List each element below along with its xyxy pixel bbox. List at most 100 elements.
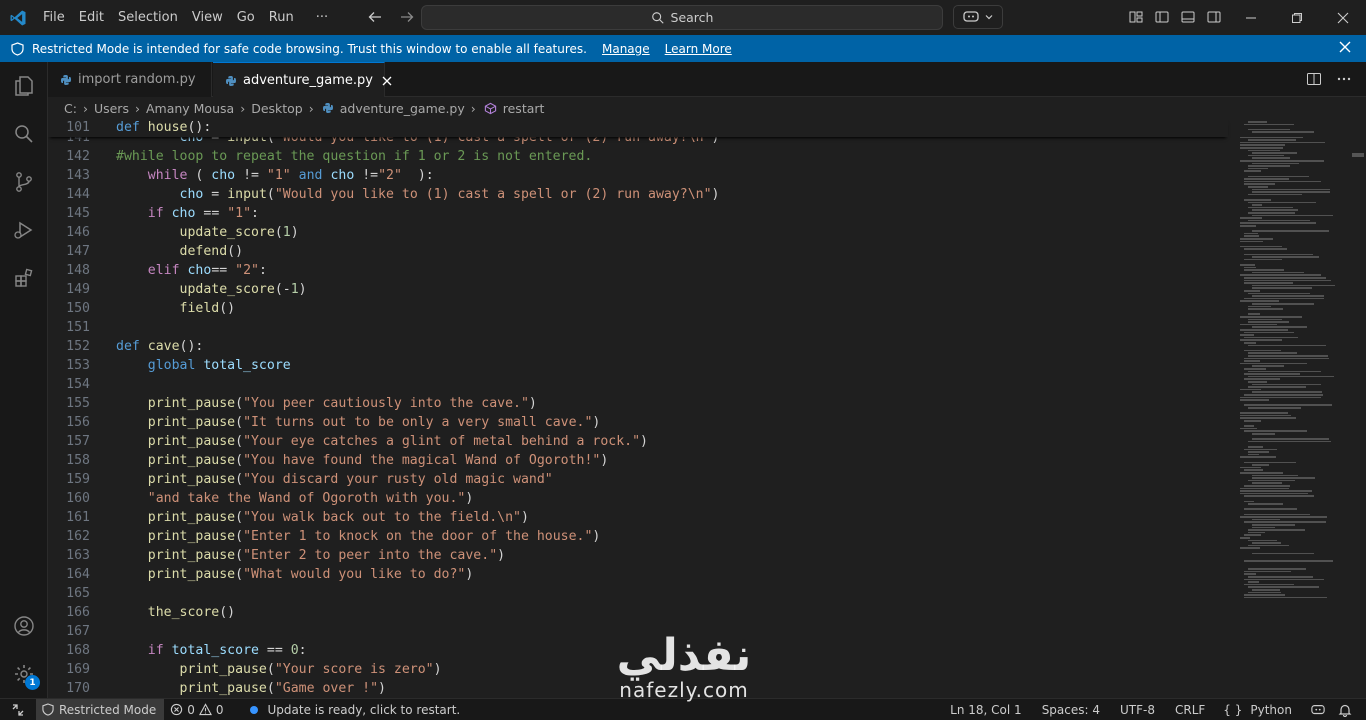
command-center-search[interactable]: Search	[421, 5, 943, 30]
restricted-mode-status[interactable]: Restricted Mode	[36, 698, 165, 720]
cursor-position[interactable]: Ln 18, Col 1	[944, 699, 1036, 720]
code-line[interactable]: 164 print_pause("What would you like to …	[48, 565, 1228, 584]
line-source: print_pause("You peer cautiously into th…	[147, 396, 537, 411]
go-back-icon[interactable]	[362, 5, 388, 29]
language-mode-status[interactable]: { } Python	[1217, 699, 1304, 720]
notifications-bell-icon[interactable]	[1332, 699, 1358, 720]
more-actions-icon[interactable]	[1336, 71, 1352, 91]
sticky-scroll-line[interactable]: 101 def house():	[48, 119, 1228, 137]
code-line[interactable]: 147 defend()	[48, 242, 1228, 261]
minimap-line	[1252, 438, 1329, 440]
breadcrumb-symbol[interactable]: restart	[503, 101, 545, 116]
code-line[interactable]: 161 print_pause("You walk back out to th…	[48, 508, 1228, 527]
minimap-line	[1248, 128, 1290, 131]
scrollbar-thumb[interactable]	[1352, 153, 1364, 157]
manage-gear-icon[interactable]: 1	[0, 650, 48, 698]
code-line[interactable]: 163 print_pause("Enter 2 to peer into th…	[48, 546, 1228, 565]
code-line[interactable]: 159 print_pause("You discard your rusty …	[48, 470, 1228, 489]
update-status[interactable]: Update is ready, click to restart.	[244, 699, 467, 720]
minimap-line	[1244, 357, 1329, 360]
menu-edit[interactable]: Edit	[72, 6, 111, 30]
minimap-line	[1240, 466, 1261, 469]
problems-status[interactable]: 0 0	[164, 699, 229, 720]
menu-more[interactable]: ···	[309, 6, 335, 30]
code-line[interactable]: 165	[48, 584, 1228, 603]
minimap-line	[1248, 591, 1281, 594]
learn-more-link[interactable]: Learn More	[665, 42, 732, 56]
line-source: print_pause("You discard your rusty old …	[147, 472, 553, 487]
copilot-status-icon[interactable]	[1304, 699, 1332, 720]
menu-go[interactable]: Go	[230, 6, 262, 30]
close-window-icon[interactable]	[1320, 0, 1366, 35]
code-line[interactable]: 148 elif cho== "2":	[48, 261, 1228, 280]
line-source: print_pause("Enter 1 to knock on the doo…	[147, 529, 601, 544]
accounts-icon[interactable]	[0, 602, 48, 650]
toggle-secondary-sidebar-icon[interactable]	[1203, 6, 1225, 28]
customize-layout-icon[interactable]	[1125, 6, 1147, 28]
extensions-icon[interactable]	[0, 254, 48, 302]
minimap-line	[1252, 209, 1298, 211]
minimap-line	[1240, 274, 1321, 276]
menu-selection[interactable]: Selection	[111, 6, 185, 30]
close-banner-icon[interactable]	[1338, 40, 1352, 57]
breadcrumb-file[interactable]: adventure_game.py	[340, 101, 465, 116]
minimap-line	[1252, 295, 1324, 297]
code-line[interactable]: 160 "and take the Wand of Ogoroth with y…	[48, 489, 1228, 508]
minimap-line	[1248, 544, 1289, 547]
minimap-line	[1248, 352, 1297, 354]
minimap-line	[1252, 214, 1333, 217]
breadcrumb-users[interactable]: Users	[94, 101, 129, 116]
line-ending-status[interactable]: CRLF	[1169, 699, 1217, 720]
code-line[interactable]: 145 if cho == "1":	[48, 204, 1228, 223]
minimap-line	[1244, 199, 1271, 201]
toggle-panel-icon[interactable]	[1177, 6, 1199, 28]
code-line[interactable]: 154	[48, 375, 1228, 394]
code-line[interactable]: 142 #while loop to repeat the question if…	[48, 147, 1228, 166]
manage-link[interactable]: Manage	[602, 42, 650, 56]
close-tab-icon[interactable]	[381, 75, 393, 87]
search-view-icon[interactable]	[0, 110, 48, 158]
code-line[interactable]: 143 while ( cho != "1" and cho !="2" ):	[48, 166, 1228, 185]
encoding-status[interactable]: UTF-8	[1114, 699, 1169, 720]
code-line[interactable]: 153 global total_score	[48, 356, 1228, 375]
source-control-icon[interactable]	[0, 158, 48, 206]
restore-icon[interactable]	[1274, 0, 1320, 35]
vscode-logo-icon	[0, 0, 36, 35]
code-line[interactable]: 155 print_pause("You peer cautiously int…	[48, 394, 1228, 413]
breadcrumb-desktop[interactable]: Desktop	[251, 101, 303, 116]
code-line[interactable]: 146 update_score(1)	[48, 223, 1228, 242]
explorer-icon[interactable]	[0, 62, 48, 110]
minimap-line	[1252, 391, 1322, 393]
menu-run[interactable]: Run	[262, 6, 301, 30]
indentation-status[interactable]: Spaces: 4	[1036, 699, 1114, 720]
copilot-button[interactable]	[953, 5, 1003, 29]
minimize-icon[interactable]	[1228, 0, 1274, 35]
menu-file[interactable]: File	[36, 6, 72, 30]
code-line[interactable]: 166 the_score()	[48, 603, 1228, 622]
code-line[interactable]: 144 cho = input("Would you like to (1) c…	[48, 185, 1228, 204]
line-number: 146	[66, 225, 90, 240]
line-source: update_score(1)	[179, 225, 299, 240]
code-line[interactable]: 149 update_score(-1)	[48, 280, 1228, 299]
code-line[interactable]: 152 def cave():	[48, 337, 1228, 356]
code-line[interactable]: 151	[48, 318, 1228, 337]
code-line[interactable]: 156 print_pause("It turns out to be only…	[48, 413, 1228, 432]
go-forward-icon[interactable]	[394, 5, 420, 29]
breadcrumb-user[interactable]: Amany Mousa	[146, 101, 234, 116]
tab-import-random[interactable]: import random.py	[48, 62, 212, 97]
code-line[interactable]: 158 print_pause("You have found the magi…	[48, 451, 1228, 470]
breadcrumb-drive[interactable]: C:	[64, 101, 77, 116]
split-editor-icon[interactable]	[1306, 71, 1322, 91]
remote-indicator-icon[interactable]	[0, 699, 36, 720]
line-number: 157	[66, 434, 90, 449]
toggle-primary-sidebar-icon[interactable]	[1151, 6, 1173, 28]
run-debug-icon[interactable]	[0, 206, 48, 254]
code-editor[interactable]: 141 cho = input("Would you like to (1) c…	[48, 119, 1366, 698]
menu-view[interactable]: View	[185, 6, 230, 30]
code-line[interactable]: 150 field()	[48, 299, 1228, 318]
code-line[interactable]: 157 print_pause("Your eye catches a glin…	[48, 432, 1228, 451]
minimap[interactable]	[1238, 119, 1350, 698]
code-line[interactable]: 162 print_pause("Enter 1 to knock on the…	[48, 527, 1228, 546]
tab-adventure-game[interactable]: adventure_game.py	[213, 62, 392, 98]
notification-badge: 1	[25, 675, 40, 690]
